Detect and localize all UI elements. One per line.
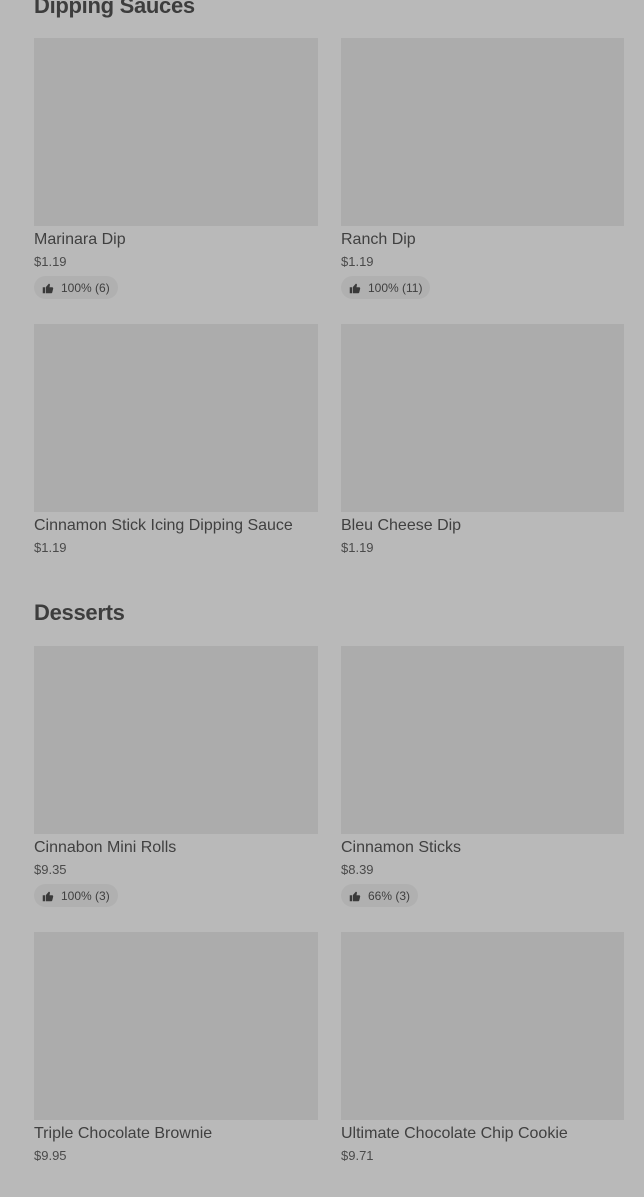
item-image-placeholder[interactable]	[34, 324, 318, 512]
item-image-placeholder[interactable]	[34, 646, 318, 834]
item-image-placeholder[interactable]	[34, 932, 318, 1120]
item-name: Bleu Cheese Dip	[341, 517, 462, 534]
item-price: $9.95	[34, 1148, 67, 1163]
item-name: Marinara Dip	[34, 231, 126, 248]
thumbs-up-icon	[42, 891, 54, 901]
item-price: $8.39	[341, 862, 374, 877]
menu-item-card[interactable]: Ranch Dip $1.19 100% (11)	[341, 38, 624, 299]
menu-item-card[interactable]: Ultimate Chocolate Chip Cookie $9.71	[341, 932, 624, 1163]
rating-text: 100% (6)	[61, 280, 110, 295]
menu-item-card[interactable]: Cinnabon Mini Rolls $9.35 100% (3)	[34, 646, 318, 907]
item-name: Cinnamon Sticks	[341, 839, 462, 856]
item-name: Ultimate Chocolate Chip Cookie	[341, 1125, 568, 1142]
menu-page: Dipping Sauces Marinara Dip $1.19 100% (…	[0, 0, 644, 1197]
thumbs-up-icon	[349, 891, 361, 901]
item-image-placeholder[interactable]	[34, 38, 318, 226]
rating-badge: 100% (6)	[34, 276, 118, 299]
item-price: $9.71	[341, 1148, 374, 1163]
menu-item-card[interactable]: Bleu Cheese Dip $1.19	[341, 324, 624, 555]
item-image-placeholder[interactable]	[341, 646, 624, 834]
rating-text: 100% (11)	[368, 280, 423, 295]
item-price: $1.19	[341, 540, 374, 555]
rating-badge: 100% (3)	[34, 884, 118, 907]
item-image-placeholder[interactable]	[341, 324, 624, 512]
item-name: Cinnabon Mini Rolls	[34, 839, 177, 856]
item-price: $1.19	[34, 254, 67, 269]
item-image-placeholder[interactable]	[341, 932, 624, 1120]
item-image-placeholder[interactable]	[341, 38, 624, 226]
section-title: Desserts	[34, 600, 125, 625]
rating-badge: 100% (11)	[341, 276, 431, 299]
thumbs-up-icon	[349, 283, 361, 293]
item-price: $1.19	[34, 540, 67, 555]
item-price: $9.35	[34, 862, 67, 877]
item-name: Ranch Dip	[341, 231, 416, 248]
thumbs-up-icon	[42, 283, 54, 293]
rating-badge: 66% (3)	[341, 884, 419, 907]
menu-item-card[interactable]: Marinara Dip $1.19 100% (6)	[34, 38, 318, 299]
section-title: Dipping Sauces	[34, 0, 195, 18]
menu-item-card[interactable]: Cinnamon Stick Icing Dipping Sauce $1.19	[34, 324, 318, 555]
menu-item-card[interactable]: Cinnamon Sticks $8.39 66% (3)	[341, 646, 624, 907]
item-name: Triple Chocolate Brownie	[34, 1125, 213, 1142]
rating-text: 66% (3)	[368, 888, 411, 903]
item-name: Cinnamon Stick Icing Dipping Sauce	[34, 517, 293, 534]
rating-text: 100% (3)	[61, 888, 110, 903]
item-price: $1.19	[341, 254, 374, 269]
menu-item-card[interactable]: Triple Chocolate Brownie $9.95	[34, 932, 318, 1163]
